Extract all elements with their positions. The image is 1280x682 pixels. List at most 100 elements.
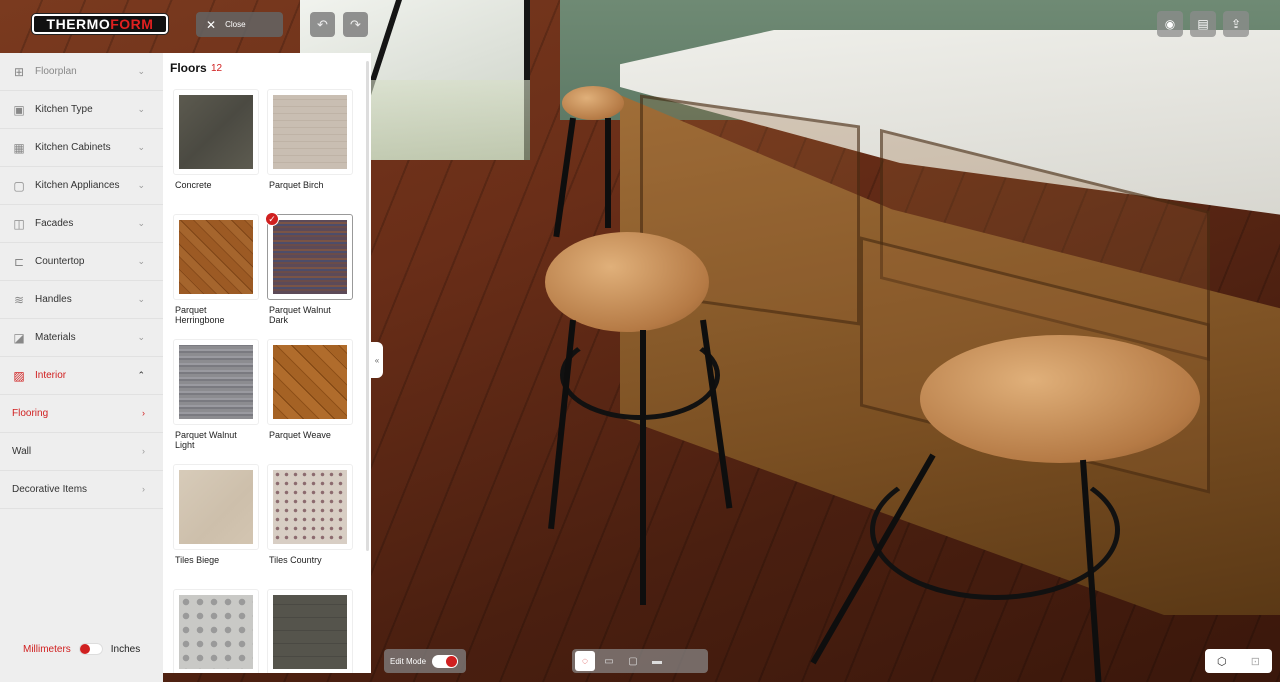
stool-seat bbox=[562, 86, 624, 120]
chevron-down-icon: ⌄ bbox=[137, 294, 145, 304]
sidebar-item-materials[interactable]: ◪ Materials ⌄ bbox=[0, 319, 163, 357]
panel-scrollbar[interactable] bbox=[366, 61, 369, 551]
rect-view-button[interactable]: ▭ bbox=[599, 651, 619, 671]
floor-tile-slate[interactable] bbox=[267, 589, 353, 673]
chevron-right-icon: › bbox=[142, 446, 145, 456]
edit-mode-label: Edit Mode bbox=[390, 656, 427, 666]
sidebar-item-kitchen-appliances[interactable]: ▢ Kitchen Appliances ⌄ bbox=[0, 167, 163, 205]
tile-swatch bbox=[273, 220, 347, 294]
thermoform-logo: THERMO FORM bbox=[32, 14, 168, 34]
sidebar-item-label: Floorplan bbox=[35, 66, 77, 77]
wide-view-button[interactable]: ▬ bbox=[647, 651, 667, 671]
sidebar-item-label: Wall bbox=[12, 446, 32, 457]
floorplan-icon: ⊞ bbox=[13, 64, 25, 79]
sidebar-item-countertop[interactable]: ⊏ Countertop ⌄ bbox=[0, 243, 163, 281]
chevron-right-icon: › bbox=[142, 484, 145, 494]
view-mode-switch: ⬡ ⊡ bbox=[1205, 649, 1272, 673]
tile-swatch bbox=[179, 345, 253, 419]
sidebar-item-label: Countertop bbox=[35, 256, 85, 267]
materials-icon: ◪ bbox=[13, 330, 25, 345]
sidebar-item-floorplan[interactable]: ⊞ Floorplan ⌄ bbox=[0, 53, 163, 91]
millimeters-label: Millimeters bbox=[23, 643, 71, 655]
tile-swatch bbox=[273, 470, 347, 544]
square-view-button[interactable]: ▢ bbox=[623, 651, 643, 671]
close-button[interactable]: ✕ Close bbox=[196, 12, 283, 37]
chevron-down-icon: ⌄ bbox=[137, 180, 145, 190]
floor-tile-parquet-walnut-dark[interactable]: ✓ Parquet Walnut Dark bbox=[265, 212, 353, 325]
floor-tile-tiles-biege[interactable]: Tiles Biege bbox=[173, 464, 259, 565]
logo-text-accent: FORM bbox=[110, 16, 154, 32]
sidebar-item-label: Handles bbox=[35, 294, 72, 305]
floor-tile-tiles-country[interactable]: Tiles Country bbox=[267, 464, 353, 565]
floor-tile-parquet-herringbone[interactable]: Parquet Herringbone bbox=[173, 214, 259, 325]
2d-plan-icon[interactable]: ⊡ bbox=[1251, 655, 1260, 668]
view-toolbar: ◌ ▭ ▢ ▬ bbox=[572, 649, 708, 673]
floor-tile-parquet-weave[interactable]: Parquet Weave bbox=[267, 339, 353, 440]
tile-swatch-frame bbox=[267, 464, 353, 550]
sidebar-item-kitchen-cabinets[interactable]: ▦ Kitchen Cabinets ⌄ bbox=[0, 129, 163, 167]
undo-icon: ↶ bbox=[317, 16, 328, 32]
close-icon: ✕ bbox=[206, 17, 217, 32]
screenshot-button[interactable]: ◉ bbox=[1157, 11, 1183, 37]
video-button[interactable]: ▤ bbox=[1190, 11, 1216, 37]
floor-tile-parquet-birch[interactable]: Parquet Birch bbox=[267, 89, 353, 190]
edit-mode-toggle[interactable] bbox=[432, 654, 459, 668]
inches-label: Inches bbox=[110, 643, 141, 655]
sidebar-item-interior[interactable]: ▨ Interior ⌃ bbox=[0, 357, 163, 395]
units-toggle[interactable] bbox=[78, 643, 103, 655]
tile-swatch-frame bbox=[267, 339, 353, 425]
sidebar-item-label: Facades bbox=[35, 218, 74, 229]
tile-swatch bbox=[273, 345, 347, 419]
tile-swatch bbox=[179, 95, 253, 169]
logo-text: THERMO bbox=[46, 16, 111, 32]
floor-tile-parquet-walnut-light[interactable]: Parquet Walnut Light bbox=[173, 339, 259, 450]
floor-tile-concrete[interactable]: Concrete bbox=[173, 89, 259, 190]
sidebar-subitem-wall[interactable]: Wall › bbox=[0, 433, 163, 471]
sidebar-item-facades[interactable]: ◫ Facades ⌄ bbox=[0, 205, 163, 243]
double-chevron-left-icon: « bbox=[374, 355, 380, 365]
collapse-panel-button[interactable]: « bbox=[371, 342, 383, 378]
appliances-icon: ▢ bbox=[13, 178, 25, 193]
tile-swatch bbox=[179, 220, 253, 294]
tile-swatch-frame bbox=[267, 589, 353, 673]
tile-label: Tiles Country bbox=[269, 555, 322, 565]
lasso-button[interactable]: ◌ bbox=[575, 651, 595, 671]
3d-view-icon[interactable]: ⬡ bbox=[1217, 655, 1227, 668]
tile-label: Parquet Birch bbox=[269, 180, 324, 190]
close-label: Close bbox=[225, 20, 246, 29]
tile-label: Parquet Walnut Dark bbox=[269, 305, 331, 325]
sidebar-item-label: Kitchen Cabinets bbox=[35, 142, 111, 153]
video-icon: ▤ bbox=[1197, 17, 1209, 31]
chevron-down-icon: ⌄ bbox=[137, 218, 145, 228]
tile-label: Parquet Herringbone bbox=[175, 305, 225, 325]
tile-swatch bbox=[273, 595, 347, 669]
stool-leg bbox=[605, 118, 611, 228]
square-view-icon: ▢ bbox=[628, 655, 638, 667]
sidebar-subitem-flooring[interactable]: Flooring › bbox=[0, 395, 163, 433]
tile-label: Tiles Biege bbox=[175, 555, 220, 565]
wide-view-icon: ▬ bbox=[652, 655, 662, 667]
floor-tile-pattern[interactable] bbox=[173, 589, 259, 673]
stool-seat bbox=[920, 335, 1200, 463]
sidebar-item-label: Materials bbox=[35, 332, 76, 343]
redo-button[interactable]: ↷ bbox=[343, 12, 368, 37]
share-button[interactable]: ⇪ bbox=[1223, 11, 1249, 37]
chevron-up-icon: ⌃ bbox=[137, 370, 145, 380]
chevron-right-icon: › bbox=[142, 408, 145, 418]
lasso-icon: ◌ bbox=[582, 655, 588, 667]
floors-panel: Floors 12 Concrete Parquet Birch Parquet… bbox=[163, 53, 371, 673]
camera-icon: ◉ bbox=[1164, 17, 1176, 31]
undo-button[interactable]: ↶ bbox=[310, 12, 335, 37]
sidebar-item-handles[interactable]: ≋ Handles ⌄ bbox=[0, 281, 163, 319]
tile-swatch-frame bbox=[173, 89, 259, 175]
chevron-down-icon: ⌄ bbox=[137, 332, 145, 342]
sidebar-subitem-decorative-items[interactable]: Decorative Items › bbox=[0, 471, 163, 509]
edit-mode-control: Edit Mode bbox=[384, 649, 466, 673]
sidebar-item-label: Interior bbox=[35, 370, 67, 381]
countertop-icon: ⊏ bbox=[13, 254, 25, 269]
tile-swatch-frame: ✓ bbox=[265, 212, 353, 300]
sidebar-item-kitchen-type[interactable]: ▣ Kitchen Type ⌄ bbox=[0, 91, 163, 129]
redo-icon: ↷ bbox=[350, 16, 361, 32]
chevron-down-icon: ⌄ bbox=[137, 66, 145, 76]
interior-icon: ▨ bbox=[13, 368, 25, 383]
